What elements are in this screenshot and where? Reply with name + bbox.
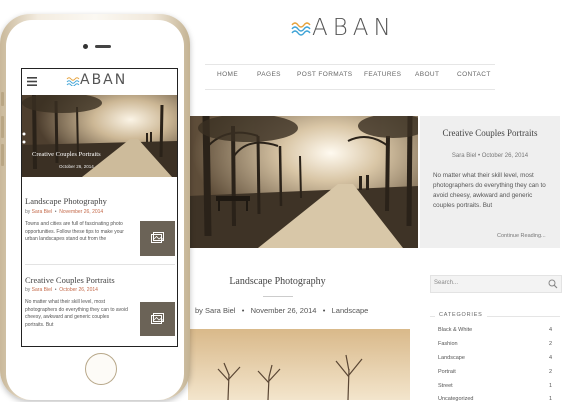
featured-meta: Sara Biel • October 26, 2014 bbox=[430, 153, 550, 159]
mobile-post-meta: by Sara Biel • November 26, 2014 bbox=[25, 209, 103, 215]
nav-post-formats[interactable]: POST FORMATS bbox=[297, 71, 352, 78]
bullet-icon: • bbox=[53, 209, 58, 215]
mobile-post-excerpt: No matter what their skill level, most p… bbox=[25, 299, 128, 328]
phone-side-button bbox=[1, 116, 4, 138]
post-image[interactable] bbox=[188, 329, 410, 400]
post-date: November 26, 2014 bbox=[250, 306, 317, 315]
categories-title: CATEGORIES bbox=[435, 312, 487, 318]
bullet-icon: • bbox=[237, 306, 249, 315]
mobile-logo[interactable]: ABAN bbox=[66, 71, 136, 91]
category-name: Black & White bbox=[438, 327, 473, 333]
continue-reading-link[interactable]: Continue Reading... bbox=[497, 233, 546, 239]
category-count: 2 bbox=[548, 341, 552, 347]
mobile-hero-date: October 26, 2014 bbox=[59, 164, 94, 169]
nav-features[interactable]: FEATURES bbox=[364, 71, 401, 78]
category-item[interactable]: Uncategorized 1 bbox=[438, 396, 552, 402]
mobile-post-author[interactable]: Sara Biel bbox=[32, 209, 52, 215]
phone-screen: ABAN Creative Couples Portraits October … bbox=[21, 68, 178, 347]
speaker-icon bbox=[95, 45, 111, 48]
nav-home[interactable]: HOME bbox=[217, 71, 238, 78]
post-divider bbox=[25, 264, 175, 265]
post-category[interactable]: Landscape bbox=[332, 306, 369, 315]
category-count: 4 bbox=[548, 355, 552, 361]
category-count: 4 bbox=[548, 327, 552, 333]
category-count: 1 bbox=[548, 396, 552, 402]
home-button[interactable] bbox=[85, 353, 117, 385]
bullet-icon: • bbox=[318, 306, 330, 315]
slide-indicator[interactable] bbox=[22, 131, 26, 144]
mobile-hero-title[interactable]: Creative Couples Portraits bbox=[32, 151, 101, 158]
mobile-post-excerpt: Towns and cities are full of fascinating… bbox=[25, 221, 124, 242]
category-item[interactable]: Street 1 bbox=[438, 383, 552, 389]
post-meta: by Sara Biel • November 26, 2014 • Lands… bbox=[195, 306, 395, 315]
categories-heading: CATEGORIES bbox=[430, 312, 560, 322]
title-divider bbox=[263, 296, 293, 297]
category-count: 2 bbox=[548, 369, 552, 375]
logo-wordmark: ABAN bbox=[312, 15, 396, 41]
category-name: Landscape bbox=[438, 355, 465, 361]
category-count: 1 bbox=[548, 383, 552, 389]
category-item[interactable]: Portrait 2 bbox=[438, 369, 552, 375]
mobile-post-title[interactable]: Landscape Photography bbox=[25, 196, 107, 206]
site-logo[interactable]: ABAN bbox=[288, 14, 391, 42]
search-field[interactable]: Search... bbox=[430, 275, 562, 293]
category-name: Fashion bbox=[438, 341, 458, 347]
nav-about[interactable]: ABOUT bbox=[415, 71, 439, 78]
post-by: by bbox=[195, 306, 203, 315]
mobile-post-author[interactable]: Sara Biel bbox=[32, 287, 52, 293]
search-icon[interactable] bbox=[548, 279, 558, 289]
waves-logo-icon bbox=[291, 22, 311, 36]
mobile-featured-image[interactable] bbox=[22, 95, 177, 177]
category-name: Uncategorized bbox=[438, 396, 474, 402]
mobile-logo-wordmark: ABAN bbox=[80, 72, 128, 88]
category-item[interactable]: Landscape 4 bbox=[438, 355, 552, 361]
featured-excerpt: No matter what their skill level, most p… bbox=[433, 172, 546, 209]
nav-pages[interactable]: PAGES bbox=[257, 71, 281, 78]
waves-logo-icon bbox=[66, 77, 80, 86]
mobile-post-by: by bbox=[25, 209, 31, 215]
phone-side-button bbox=[1, 92, 4, 106]
bullet-icon: • bbox=[53, 287, 58, 293]
mobile-post-date: October 26, 2014 bbox=[59, 287, 98, 293]
featured-date: October 26, 2014 bbox=[481, 153, 529, 159]
post-title[interactable]: Landscape Photography bbox=[190, 276, 365, 287]
category-name: Portrait bbox=[438, 369, 456, 375]
mobile-post-by: by bbox=[25, 287, 31, 293]
featured-title[interactable]: Creative Couples Portraits bbox=[430, 128, 550, 138]
hamburger-menu-icon[interactable] bbox=[27, 77, 37, 86]
category-name: Street bbox=[438, 383, 453, 389]
mobile-post-date: November 26, 2014 bbox=[59, 209, 104, 215]
nav-contact[interactable]: CONTACT bbox=[457, 71, 491, 78]
mobile-post-thumbnail[interactable] bbox=[140, 221, 175, 256]
slide-indicator[interactable] bbox=[22, 123, 26, 136]
mobile-post-meta: by Sara Biel • October 26, 2014 bbox=[25, 287, 98, 293]
category-item[interactable]: Black & White 4 bbox=[438, 327, 552, 333]
search-placeholder: Search... bbox=[434, 280, 459, 286]
camera-icon bbox=[83, 44, 88, 49]
phone-side-button bbox=[1, 144, 4, 166]
featured-image[interactable] bbox=[188, 116, 418, 248]
mobile-post-title[interactable]: Creative Couples Portraits bbox=[25, 275, 115, 285]
post-author[interactable]: Sara Biel bbox=[205, 306, 235, 315]
featured-author[interactable]: Sara Biel bbox=[452, 153, 476, 159]
image-icon bbox=[151, 232, 164, 243]
main-nav: HOME PAGES POST FORMATS FEATURES ABOUT C… bbox=[205, 64, 495, 90]
image-icon bbox=[151, 313, 164, 324]
mobile-post-thumbnail[interactable] bbox=[140, 302, 175, 336]
category-item[interactable]: Fashion 2 bbox=[438, 341, 552, 347]
